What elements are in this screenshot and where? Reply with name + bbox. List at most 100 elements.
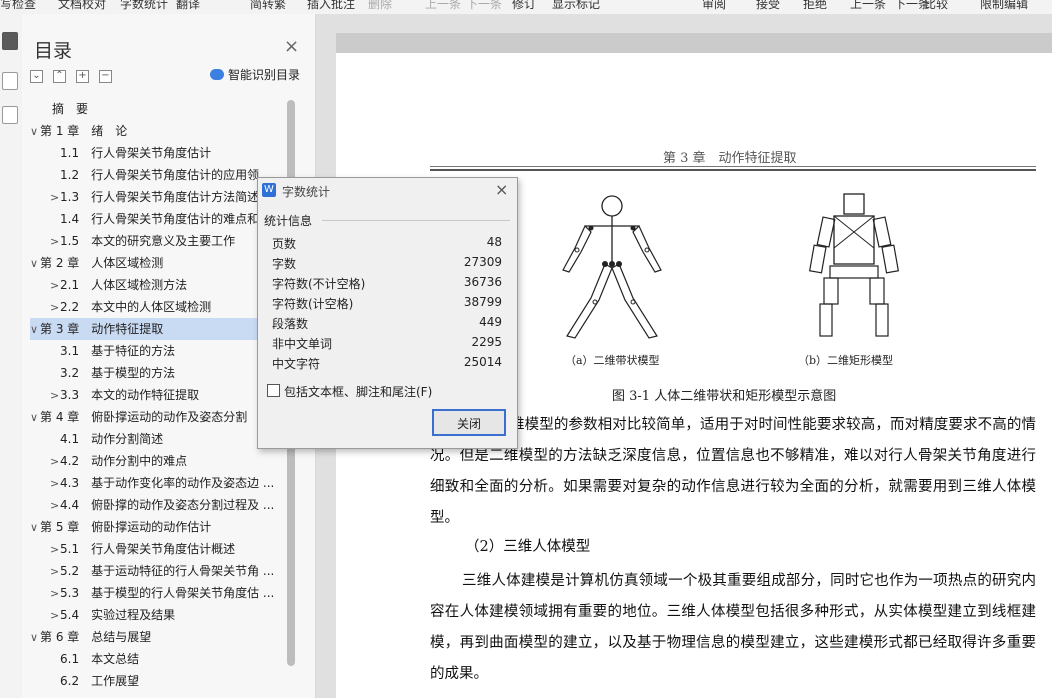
ribbon-show-markup[interactable]: 显示标记	[552, 0, 600, 12]
toc-item[interactable]: >4.4 俯卧撑的动作及姿态分割过程及 ...	[30, 494, 292, 516]
chevron-right-icon[interactable]: >	[50, 297, 60, 318]
stat-label: 非中文单词	[272, 337, 333, 351]
ribbon-accept[interactable]: 接受	[756, 0, 780, 12]
ribbon-review[interactable]: 审阅	[702, 0, 726, 12]
header-rule	[430, 166, 1036, 167]
chevron-right-icon[interactable]: >	[50, 187, 60, 208]
toc-item-label: 摘 要	[52, 102, 89, 116]
toc-item[interactable]: 摘 要	[30, 98, 292, 120]
toc-item-label: 3.2 基于模型的方法	[60, 366, 176, 380]
bookmark-icon[interactable]	[2, 72, 18, 90]
toc-item-label: 第 5 章 俯卧撑运动的动作估计	[40, 520, 212, 534]
close-button[interactable]: 关闭	[432, 409, 506, 436]
toc-item[interactable]: ∨ 第 4 章 俯卧撑运动的动作及姿态分割	[30, 406, 292, 428]
stat-label: 字符数(不计空格)	[272, 277, 366, 291]
group-divider	[322, 220, 510, 221]
toc-item[interactable]: >2.1 人体区域检测方法	[30, 274, 292, 296]
toc-item-label: 第 1 章 绪 论	[40, 124, 128, 138]
page-thumbnail-icon[interactable]	[2, 106, 18, 124]
ribbon-prev-comment[interactable]: 上一条	[425, 0, 461, 12]
figure-title: 图 3-1 人体二维带状和矩形模型示意图	[612, 389, 837, 404]
include-textbox-label[interactable]: 包括文本框、脚注和尾注(F)	[284, 383, 432, 400]
toc-item[interactable]: 1.4 行人骨架关节角度估计的难点和	[30, 208, 292, 230]
smart-toc-button[interactable]: 智能识别目录	[210, 66, 300, 83]
toc-item-label: 4.1 动作分割简述	[60, 432, 164, 446]
add-icon[interactable]: +	[76, 70, 89, 83]
ribbon-restrict-edit[interactable]: 限制编辑	[980, 0, 1028, 12]
rectangle-body-model-figure	[808, 193, 900, 337]
toc-item[interactable]: 3.2 基于模型的方法	[30, 362, 292, 384]
ribbon-translate[interactable]: 翻译	[176, 0, 200, 12]
chevron-down-icon[interactable]: ∨	[30, 627, 40, 648]
chevron-right-icon[interactable]: >	[50, 385, 60, 406]
toc-item[interactable]: ∨ 第 1 章 绪 论	[30, 120, 292, 142]
stat-label: 字数	[272, 257, 297, 271]
toc-item[interactable]: 6.2 工作展望	[30, 670, 292, 692]
toc-item[interactable]: >1.5 本文的研究意义及主要工作	[30, 230, 292, 252]
ribbon-delete[interactable]: 删除	[368, 0, 392, 12]
chevron-down-icon[interactable]: ∨	[30, 253, 40, 274]
collapse-icon[interactable]: ⌄	[30, 70, 43, 83]
toc-item[interactable]: ∨ 第 6 章 总结与展望	[30, 626, 292, 648]
toc-buttons: ⌄ ⌃ + −	[30, 67, 122, 83]
stat-value: 38799	[463, 295, 502, 309]
ribbon-compare[interactable]: 比较	[924, 0, 948, 12]
toc-item[interactable]: >5.1 行人骨架关节角度估计概述	[30, 538, 292, 560]
figure-caption-a: （a）二维带状模型	[565, 354, 660, 367]
ribbon-proofread[interactable]: 文档校对	[58, 0, 106, 12]
close-icon[interactable]: ×	[495, 180, 508, 199]
paragraph-3d-model: 三维人体建模是计算机仿真领域一个极其重要组成部分，同时它也作为一项热点的研究内容…	[430, 573, 1036, 682]
ribbon-spellcheck[interactable]: 写检查	[0, 0, 36, 12]
toc-item[interactable]: 1.1 行人骨架关节角度估计	[30, 142, 292, 164]
toc-item[interactable]: >5.4 实验过程及结果	[30, 604, 292, 626]
toc-item[interactable]: 4.1 动作分割简述	[30, 428, 292, 450]
ribbon-track-changes[interactable]: 修订	[512, 0, 536, 12]
ribbon-insert-comment[interactable]: 插入批注	[307, 0, 355, 12]
chevron-down-icon[interactable]: ∨	[30, 407, 40, 428]
expand-icon[interactable]: ⌃	[53, 70, 66, 83]
toc-item[interactable]: >1.3 行人骨架关节角度估计方法简述	[30, 186, 292, 208]
toc-panel-icon[interactable]	[2, 32, 18, 50]
toc-item-label: 4.3 基于动作变化率的动作及姿态边 ...	[60, 476, 275, 490]
chevron-right-icon[interactable]: >	[50, 561, 60, 582]
chevron-right-icon[interactable]: >	[50, 473, 60, 494]
ribbon-wordcount[interactable]: 字数统计	[120, 0, 168, 12]
toc-item[interactable]: 3.1 基于特征的方法	[30, 340, 292, 362]
chevron-down-icon[interactable]: ∨	[30, 319, 40, 340]
toc-item[interactable]: ∨ 第 5 章 俯卧撑运动的动作估计	[30, 516, 292, 538]
close-icon[interactable]: ×	[284, 36, 299, 57]
toc-item-label: 3.1 基于特征的方法	[60, 344, 176, 358]
ribbon-prev-change[interactable]: 上一条	[850, 0, 886, 12]
toc-item[interactable]: >3.3 本文的动作特征提取	[30, 384, 292, 406]
chevron-right-icon[interactable]: >	[50, 451, 60, 472]
ribbon-next-comment[interactable]: 下一条	[466, 0, 502, 12]
word-count-dialog: W 字数统计 × 统计信息 页数 48 字数 27309 字符数(不计空格) 36736 字…	[257, 177, 518, 449]
chevron-right-icon[interactable]: >	[50, 583, 60, 604]
toc-item[interactable]: >5.3 基于模型的行人骨架关节角度估 ...	[30, 582, 292, 604]
remove-icon[interactable]: −	[99, 70, 112, 83]
include-textbox-checkbox[interactable]	[267, 384, 280, 397]
ribbon-simp-trad[interactable]: 简转繁	[250, 0, 286, 12]
chevron-right-icon[interactable]: >	[50, 495, 60, 516]
toc-item[interactable]: >4.2 动作分割中的难点	[30, 450, 292, 472]
stat-value: 25014	[463, 355, 502, 369]
ribbon-reject[interactable]: 拒绝	[803, 0, 827, 12]
chevron-down-icon[interactable]: ∨	[30, 517, 40, 538]
chevron-right-icon[interactable]: >	[50, 231, 60, 252]
toc-item[interactable]: 1.2 行人骨架关节角度估计的应用领	[30, 164, 292, 186]
stat-row: 非中文单词 2295	[272, 335, 502, 352]
chevron-right-icon[interactable]: >	[50, 539, 60, 560]
toc-title: 目录	[34, 40, 73, 62]
toc-item[interactable]: ∨ 第 2 章 人体区域检测	[30, 252, 292, 274]
toc-item[interactable]: ∨ 第 3 章 动作特征提取	[30, 318, 292, 340]
toc-item[interactable]: >4.3 基于动作变化率的动作及姿态边 ...	[30, 472, 292, 494]
strip-body-model-figure	[562, 195, 662, 339]
toc-item[interactable]: >5.2 基于运动特征的行人骨架关节角 ...	[30, 560, 292, 582]
chevron-right-icon[interactable]: >	[50, 605, 60, 626]
chevron-down-icon[interactable]: ∨	[30, 121, 40, 142]
chevron-right-icon[interactable]: >	[50, 275, 60, 296]
stat-value: 36736	[463, 275, 502, 289]
toc-item-label: 5.4 实验过程及结果	[60, 608, 176, 622]
toc-item[interactable]: 6.1 本文总结	[30, 648, 292, 670]
toc-item[interactable]: >2.2 本文中的人体区域检测	[30, 296, 292, 318]
